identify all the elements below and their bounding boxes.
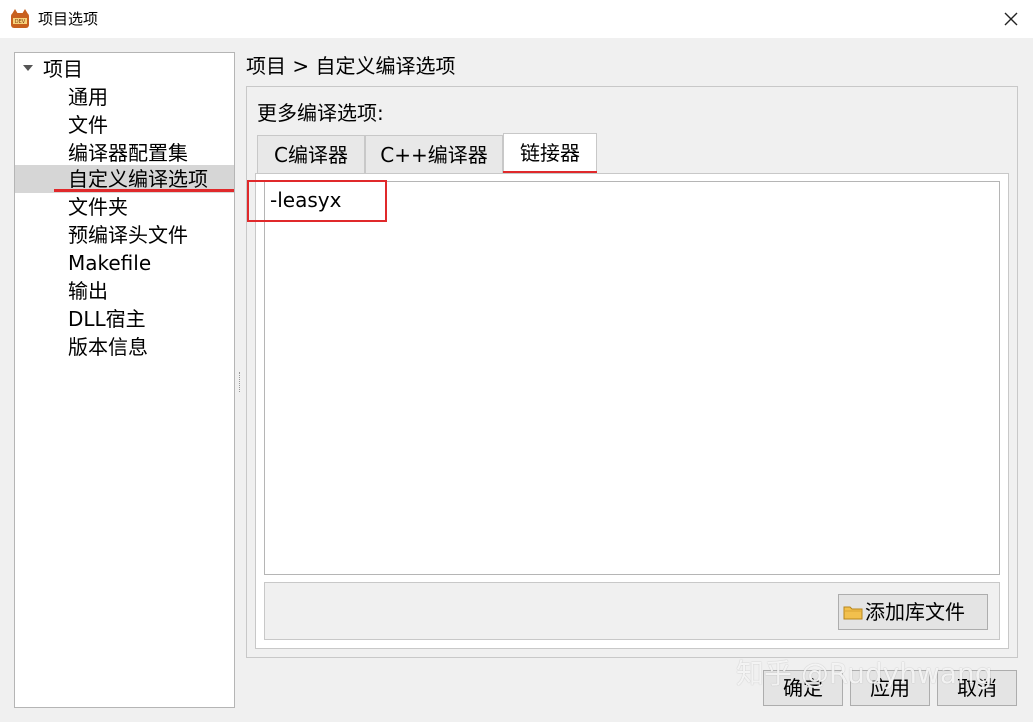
tree-item-precompiled-header[interactable]: 预编译头文件 xyxy=(15,221,234,249)
add-library-button[interactable]: 添加库文件 xyxy=(838,594,988,630)
options-tree[interactable]: 项目 通用 文件 编译器配置集 自定义编译选项 文件夹 预编译头文件 Makef… xyxy=(14,52,235,708)
panel-splitter[interactable] xyxy=(239,372,242,392)
close-button[interactable] xyxy=(996,4,1026,34)
tree-item-output[interactable]: 输出 xyxy=(15,277,234,305)
add-library-label: 添加库文件 xyxy=(865,600,965,624)
tree-item-general[interactable]: 通用 xyxy=(15,83,234,111)
group-label: 更多编译选项: xyxy=(257,101,384,125)
tree-root-label: 项目 xyxy=(43,57,83,81)
page-breadcrumb: 项目 > 自定义编译选项 xyxy=(246,54,456,78)
cancel-button[interactable]: 取消 xyxy=(937,670,1017,706)
folder-icon xyxy=(843,606,863,620)
linker-options-input[interactable] xyxy=(264,181,1000,575)
tree-item-dll-host[interactable]: DLL宿主 xyxy=(15,305,234,333)
tab-c-compiler[interactable]: C编译器 xyxy=(257,135,365,173)
tree-root-project[interactable]: 项目 xyxy=(15,55,234,83)
tab-cpp-compiler[interactable]: C++编译器 xyxy=(365,135,503,173)
app-icon: DEV xyxy=(11,9,29,28)
tree-item-version-info[interactable]: 版本信息 xyxy=(15,333,234,361)
tree-item-folders[interactable]: 文件夹 xyxy=(15,193,234,221)
ok-button[interactable]: 确定 xyxy=(763,670,843,706)
tab-linker[interactable]: 链接器 xyxy=(503,133,597,173)
title-bar: DEV 项目选项 xyxy=(0,0,1033,38)
close-icon xyxy=(1004,12,1018,26)
svg-text:DEV: DEV xyxy=(15,19,26,25)
expand-arrow-icon[interactable] xyxy=(23,65,33,71)
highlight-box xyxy=(247,180,387,222)
apply-button[interactable]: 应用 xyxy=(850,670,930,706)
tree-item-compiler-set[interactable]: 编译器配置集 xyxy=(15,139,234,167)
highlight-underline xyxy=(54,189,234,192)
window-title: 项目选项 xyxy=(38,10,99,28)
tree-item-makefile[interactable]: Makefile xyxy=(15,249,234,277)
tree-item-files[interactable]: 文件 xyxy=(15,111,234,139)
